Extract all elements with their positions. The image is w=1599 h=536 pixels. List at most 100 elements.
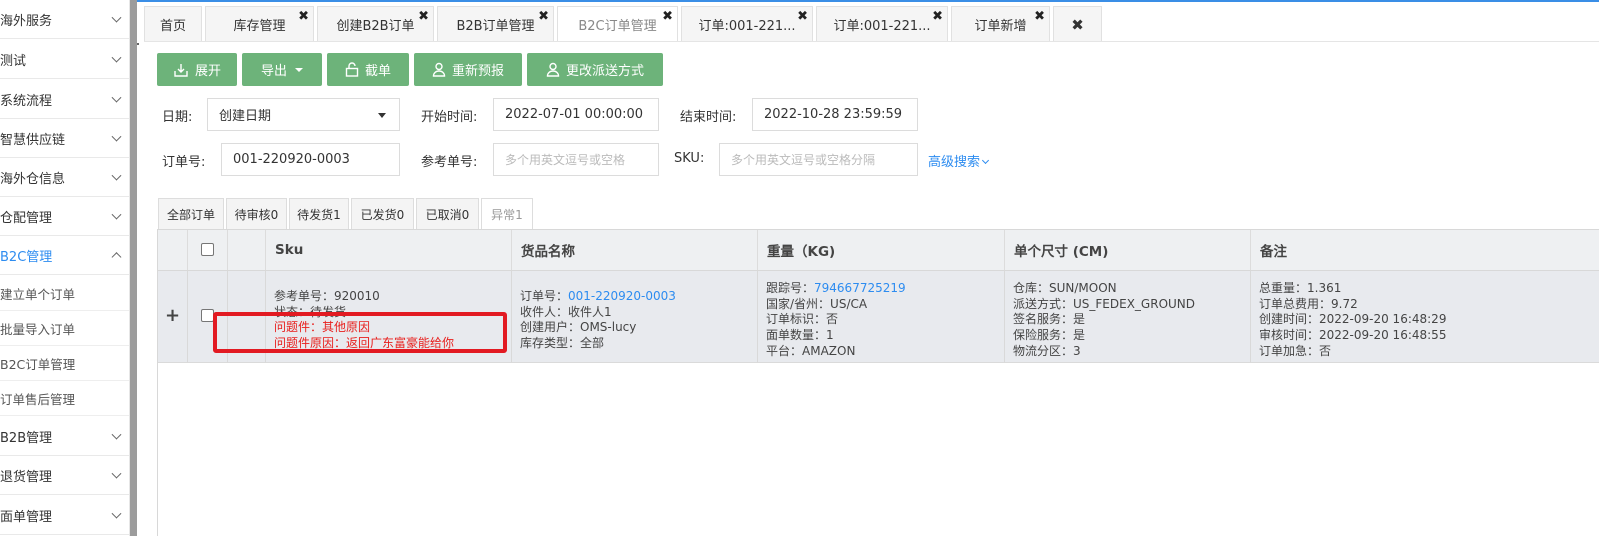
start-time-label: 开始时间: — [421, 110, 478, 125]
tab-order-detail-1[interactable]: 订单:001-221... ✖ — [681, 6, 813, 42]
order-number-label: 订单号: — [162, 155, 206, 170]
status-tab-exception[interactable]: 异常1 — [481, 198, 533, 229]
order-number-link[interactable]: 001-220920-0003 — [568, 289, 676, 303]
close-icon[interactable]: ✖ — [797, 10, 808, 23]
sidebar-item-warehouse-distribution[interactable]: 仓配管理 — [0, 197, 129, 236]
sidebar-item-b2c[interactable]: B2C管理 — [0, 236, 129, 275]
export-button[interactable]: 导出 — [242, 53, 322, 86]
tab-inventory[interactable]: 库存管理 ✖ — [205, 6, 314, 42]
status-tabs: 全部订单 待审核0 待发货1 已发货0 已取消0 异常1 — [158, 198, 535, 229]
header-checkbox-col — [188, 230, 228, 270]
sidebar-subitem-b2c-orders[interactable]: B2C订单管理 — [0, 346, 129, 381]
reforecast-button[interactable]: 重新预报 — [414, 53, 522, 86]
sidebar-item-labels[interactable]: 面单管理 — [0, 496, 129, 535]
tab-label: 库存管理 — [233, 19, 286, 34]
status-tab-pending-ship[interactable]: 待发货1 — [289, 198, 349, 229]
close-icon[interactable]: ✖ — [1034, 10, 1045, 23]
status-tab-label: 已取消0 — [425, 207, 470, 222]
chevron-down-icon — [111, 12, 122, 23]
order-number-key: 订单号： — [520, 289, 569, 303]
sidebar-item-returns[interactable]: 退货管理 — [0, 456, 129, 495]
close-icon[interactable]: ✖ — [538, 10, 549, 23]
header-goods-name[interactable]: 货品名称 — [512, 230, 758, 270]
sidebar-subitem-batch-import[interactable]: 批量导入订单 — [0, 311, 129, 346]
close-all-tabs-button[interactable]: ✖ — [1053, 6, 1102, 42]
tab-b2b-orders[interactable]: B2B订单管理 ✖ — [437, 6, 554, 42]
sidebar-item-label: 系统流程 — [0, 93, 53, 109]
chevron-down-icon — [111, 468, 122, 479]
close-icon[interactable]: ✖ — [662, 10, 673, 23]
chevron-down-icon — [111, 92, 122, 103]
tab-home[interactable]: 首页 — [144, 6, 202, 42]
header-expand-col — [158, 230, 188, 270]
select-all-checkbox[interactable] — [201, 243, 214, 256]
corner-dot — [137, 43, 139, 45]
sku-placeholder: 多个用英文逗号或空格分隔 — [731, 153, 876, 167]
tab-label: 订单:001-221... — [698, 19, 796, 34]
chevron-down-icon — [111, 209, 122, 220]
urgent-text: 订单加急：否 — [1259, 344, 1332, 358]
date-type-select[interactable]: 创建日期 — [207, 98, 400, 131]
sidebar-item-test[interactable]: 测试 — [0, 40, 129, 79]
date-label: 日期: — [162, 110, 193, 125]
close-icon[interactable]: ✖ — [418, 10, 429, 23]
export-label: 导出 — [260, 64, 287, 79]
close-icon: ✖ — [1071, 15, 1084, 34]
expand-plus-icon[interactable]: + — [165, 305, 180, 326]
header-remark[interactable]: 备注 — [1251, 230, 1599, 270]
ref-number-input[interactable]: 多个用英文逗号或空格 — [493, 143, 659, 176]
status-tab-cancelled[interactable]: 已取消0 — [416, 198, 479, 229]
sidebar-item-label: 仓配管理 — [0, 210, 53, 226]
sidebar-item-b2b[interactable]: B2B管理 — [0, 417, 129, 456]
tab-label: 创建B2B订单 — [336, 19, 415, 34]
tracking-link[interactable]: 794667725219 — [814, 281, 906, 295]
start-time-input[interactable]: 2022-07-01 00:00:00 — [493, 98, 659, 131]
sku-input[interactable]: 多个用英文逗号或空格分隔 — [719, 143, 918, 176]
reforecast-label: 重新预报 — [451, 64, 504, 79]
label-count-text: 面单数量：1 — [766, 328, 834, 342]
sidebar-subitem-create-order[interactable]: 建立单个订单 — [0, 276, 129, 311]
close-icon[interactable]: ✖ — [932, 10, 943, 23]
sidebar-scrollbar[interactable] — [130, 0, 137, 536]
date-type-value: 创建日期 — [219, 109, 272, 124]
tab-underline — [144, 41, 1599, 42]
sidebar-subitem-after-sales[interactable]: 订单售后管理 — [0, 381, 129, 416]
sku-label: SKU: — [674, 151, 705, 166]
chevron-down-icon — [111, 170, 122, 181]
change-delivery-button[interactable]: 更改派送方式 — [527, 53, 663, 86]
end-time-input[interactable]: 2022-10-28 23:59:59 — [752, 98, 918, 131]
tab-create-b2b[interactable]: 创建B2B订单 ✖ — [317, 6, 434, 42]
tab-b2c-orders[interactable]: B2C订单管理 ✖ — [557, 6, 678, 42]
advanced-search-link[interactable]: 高级搜索 — [928, 151, 990, 170]
order-number-value: 001-220920-0003 — [233, 152, 350, 167]
issue-highlight-box — [213, 312, 507, 353]
expand-button[interactable]: 展开 — [157, 53, 237, 86]
table-header: Sku 货品名称 重量（KG) 单个尺寸 (CM) 备注 — [158, 229, 1599, 271]
platform-text: 平台：AMAZON — [766, 344, 856, 358]
status-tab-all[interactable]: 全部订单 — [158, 198, 224, 229]
sidebar-item-system-flow[interactable]: 系统流程 — [0, 80, 129, 119]
intercept-button[interactable]: 截单 — [327, 53, 409, 86]
created-time-text: 创建时间：2022-09-20 16:48:29 — [1259, 312, 1447, 326]
sidebar-item-supply-chain[interactable]: 智慧供应链 — [0, 119, 129, 158]
sidebar-item-overseas-service[interactable]: 海外服务 — [0, 0, 129, 39]
tab-order-new[interactable]: 订单新增 ✖ — [951, 6, 1050, 42]
status-tab-shipped[interactable]: 已发货0 — [351, 198, 414, 229]
sidebar: 海外服务 测试 系统流程 智慧供应链 海外仓信息 仓配管理 B2C管理 建立单个… — [0, 0, 130, 536]
header-size[interactable]: 单个尺寸 (CM) — [1005, 230, 1251, 270]
order-number-input[interactable]: 001-220920-0003 — [221, 143, 400, 176]
tab-order-detail-2[interactable]: 订单:001-221... ✖ — [816, 6, 948, 42]
close-icon[interactable]: ✖ — [298, 10, 309, 23]
sidebar-item-label: 海外仓信息 — [0, 171, 66, 187]
end-time-label: 结束时间: — [680, 110, 737, 125]
chevron-down-icon — [111, 131, 122, 142]
intercept-label: 截单 — [364, 64, 391, 79]
header-weight[interactable]: 重量（KG) — [758, 230, 1005, 270]
status-tab-pending-review[interactable]: 待审核0 — [226, 198, 287, 229]
top-accent-line — [0, 0, 1599, 2]
sidebar-item-warehouse-info[interactable]: 海外仓信息 — [0, 158, 129, 197]
header-sku[interactable]: Sku — [266, 230, 512, 270]
tab-label: 首页 — [159, 19, 186, 34]
goods-cell: 订单号：001-220920-0003 收件人：收件人1 创建用户：OMS-lu… — [512, 271, 758, 363]
insurance-text: 保险服务：是 — [1013, 328, 1086, 342]
